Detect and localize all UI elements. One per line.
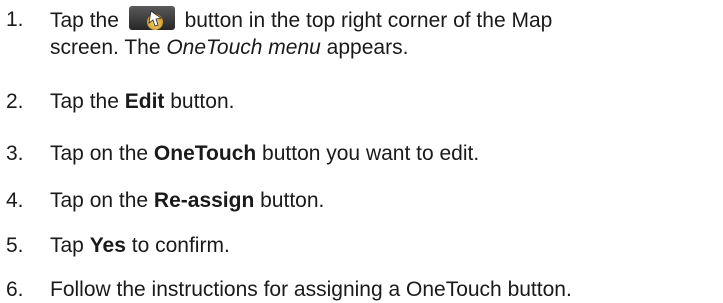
step-number: 2. <box>6 90 24 113</box>
step-text-line2-before: screen. The <box>50 36 167 59</box>
reassign-button-label: Re-assign <box>153 189 255 212</box>
onetouch-menu-label: OneTouch menu <box>166 36 321 59</box>
step-text-after: button. <box>254 189 325 212</box>
onetouch-menu-icon <box>128 6 175 30</box>
step-text-before: Tap on the <box>50 189 154 212</box>
step-text-before: Tap the <box>50 9 119 32</box>
step-text-before: Tap the <box>50 90 125 113</box>
step-text: Tap on the OneTouch button you want to e… <box>50 140 720 167</box>
step-text-before: Tap <box>50 234 90 257</box>
step-text-line2-after: appears. <box>320 36 409 59</box>
step-text-after: button in the top right corner of the Ma… <box>184 9 553 32</box>
edit-button-label: Edit <box>124 90 165 113</box>
step-text-after: to confirm. <box>125 234 230 257</box>
step-number: 3. <box>6 142 24 165</box>
step-text-before: Tap on the <box>50 142 154 165</box>
step-number: 4. <box>6 189 24 212</box>
step-text: Follow the instructions for assigning a … <box>50 278 572 301</box>
yes-button-label: Yes <box>89 234 126 257</box>
step-text-after: button you want to edit. <box>256 142 480 165</box>
step-number: 6. <box>6 278 24 301</box>
step-number: 5. <box>6 234 24 257</box>
onetouch-button-label: OneTouch <box>153 142 257 165</box>
step-text: Tap Yes to confirm. <box>50 232 720 259</box>
step-text: Tap the Edit button. <box>50 88 720 115</box>
step-text-after: button. <box>164 90 235 113</box>
step-number: 1. <box>6 8 24 31</box>
step-text: Tap on the Re-assign button. <box>50 187 720 214</box>
step-text: Tap the button in the top right corner o… <box>50 6 720 61</box>
